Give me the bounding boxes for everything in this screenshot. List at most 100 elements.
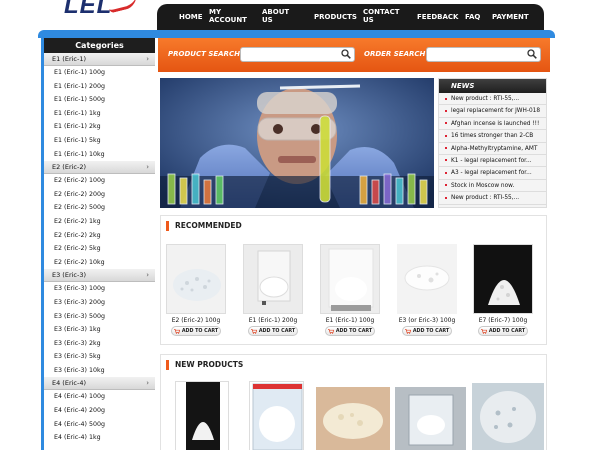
news-item[interactable]: New product : RTI-55,...: [439, 93, 546, 106]
news-item[interactable]: legal replacement for JWH-018: [439, 205, 546, 207]
news-item[interactable]: legal replacement for JWH-018: [439, 105, 546, 118]
category-item[interactable]: E1 (Eric-1) 100g: [44, 66, 155, 80]
news-item[interactable]: 16 times stronger than 2-CB: [439, 130, 546, 143]
product-name[interactable]: E1 (Eric-1) 100g: [317, 317, 383, 324]
recommended-title: RECOMMENDED: [175, 221, 242, 230]
category-group-header[interactable]: E3 (Eric-3) ›: [44, 269, 155, 283]
bullet-icon: [445, 147, 447, 150]
add-to-cart-button[interactable]: ADD TO CART: [248, 326, 298, 336]
product-card: E7 (Eric-7) 100g ADD TO CART: [470, 244, 536, 336]
news-item-text: legal replacement for JWH-018: [451, 108, 541, 115]
new-product-image[interactable]: [472, 383, 544, 450]
cart-icon: [327, 328, 334, 334]
bullet-icon: [445, 171, 447, 174]
category-item[interactable]: E2 (Eric-2) 5kg: [44, 242, 155, 256]
news-item[interactable]: Stock in Moscow now.: [439, 180, 546, 193]
category-item[interactable]: E1 (Eric-1) 10kg: [44, 148, 155, 162]
section-marker: [166, 221, 169, 231]
category-item[interactable]: E4 (Eric-4) 100g: [44, 390, 155, 404]
news-item[interactable]: Afghan incense is launched !!!: [439, 118, 546, 131]
bullet-icon: [445, 109, 447, 112]
bullet-icon: [445, 97, 447, 100]
category-item[interactable]: E3 (Eric-3) 200g: [44, 296, 155, 310]
bullet-icon: [445, 159, 447, 162]
order-search-input[interactable]: [426, 47, 541, 62]
chevron-right-icon: ›: [146, 163, 149, 172]
category-item[interactable]: E1 (Eric-1) 1kg: [44, 107, 155, 121]
category-group-header[interactable]: E4 (Eric-4) ›: [44, 377, 155, 391]
category-item[interactable]: E2 (Eric-2) 1kg: [44, 215, 155, 229]
recommended-header: RECOMMENDED: [161, 216, 546, 236]
add-to-cart-button[interactable]: ADD TO CART: [402, 326, 452, 336]
product-card: E1 (Eric-1) 200g ADD TO CART: [240, 244, 306, 336]
new-product-image[interactable]: [175, 381, 229, 450]
news-item[interactable]: Alpha-Methyltryptamine, AMT: [439, 143, 546, 155]
category-item[interactable]: E4 (Eric-4) 1kg: [44, 431, 155, 445]
category-item[interactable]: E3 (Eric-3) 100g: [44, 282, 155, 296]
nav-faq[interactable]: FAQ: [465, 13, 480, 21]
news-item[interactable]: New product : RTI-55,...: [439, 192, 546, 205]
category-item[interactable]: E3 (Eric-3) 10kg: [44, 364, 155, 378]
category-group-header[interactable]: E2 (Eric-2) ›: [44, 161, 155, 175]
nav-my-account[interactable]: MY ACCOUNT: [209, 8, 247, 24]
news-list: New product : RTI-55,... legal replacemen…: [439, 93, 546, 207]
category-item[interactable]: E2 (Eric-2) 500g: [44, 201, 155, 215]
product-name[interactable]: E7 (Eric-7) 100g: [470, 317, 536, 324]
nav-products[interactable]: PRODUCTS: [314, 13, 357, 21]
new-product-image[interactable]: [249, 381, 304, 450]
new-products-section: NEW PRODUCTS: [160, 354, 547, 450]
product-card: E3 (or Eric-3) 100g ADD TO CART: [394, 244, 460, 336]
news-item-text: Afghan incense is launched !!!: [451, 120, 540, 127]
news-item[interactable]: K1 - legal replacement for...: [439, 155, 546, 168]
nav-contact-us[interactable]: CONTACT US: [363, 8, 400, 24]
category-list: E1 (Eric-1) › E1 (Eric-1) 100g E1 (Eric-1) …: [44, 53, 155, 445]
add-to-cart-label: ADD TO CART: [488, 328, 526, 334]
category-item[interactable]: E1 (Eric-1) 5kg: [44, 134, 155, 148]
chevron-right-icon: ›: [146, 271, 149, 280]
news-item[interactable]: A3 - legal replacement for...: [439, 167, 546, 180]
product-name[interactable]: E3 (or Eric-3) 100g: [394, 317, 460, 324]
site-logo[interactable]: LEL: [58, 0, 140, 22]
bullet-icon: [445, 184, 447, 187]
product-image[interactable]: [320, 244, 380, 314]
nav-about-us[interactable]: ABOUT US: [262, 8, 296, 24]
category-item[interactable]: E2 (Eric-2) 200g: [44, 188, 155, 202]
product-name[interactable]: E1 (Eric-1) 200g: [240, 317, 306, 324]
nav-payment[interactable]: PAYMENT: [492, 13, 529, 21]
category-item[interactable]: E3 (Eric-3) 500g: [44, 310, 155, 324]
add-to-cart-button[interactable]: ADD TO CART: [325, 326, 375, 336]
product-image[interactable]: [243, 244, 303, 314]
category-item[interactable]: E1 (Eric-1) 2kg: [44, 120, 155, 134]
product-name[interactable]: E2 (Eric-2) 100g: [163, 317, 229, 324]
news-item-text: Stock in Moscow now.: [451, 182, 515, 189]
product-image[interactable]: [473, 244, 533, 314]
new-product-image[interactable]: [395, 387, 466, 450]
category-item[interactable]: E3 (Eric-3) 2kg: [44, 337, 155, 351]
category-item[interactable]: E2 (Eric-2) 2kg: [44, 229, 155, 243]
bullet-icon: [445, 122, 447, 125]
category-item[interactable]: E1 (Eric-1) 500g: [44, 93, 155, 107]
new-product-image[interactable]: [316, 387, 390, 450]
add-to-cart-button[interactable]: ADD TO CART: [478, 326, 528, 336]
nav-feedback[interactable]: FEEDBACK: [417, 13, 458, 21]
product-image[interactable]: [397, 244, 457, 314]
category-item[interactable]: E2 (Eric-2) 10kg: [44, 256, 155, 270]
add-to-cart-label: ADD TO CART: [181, 328, 219, 334]
category-item[interactable]: E1 (Eric-1) 200g: [44, 80, 155, 94]
product-search-input[interactable]: [240, 47, 355, 62]
nav-home[interactable]: HOME: [179, 13, 203, 21]
cart-icon: [404, 328, 411, 334]
category-group-header[interactable]: E1 (Eric-1) ›: [44, 53, 155, 66]
category-item[interactable]: E2 (Eric-2) 100g: [44, 174, 155, 188]
order-search-icon[interactable]: [527, 49, 537, 59]
product-search-icon[interactable]: [341, 49, 351, 59]
product-image[interactable]: [166, 244, 226, 314]
add-to-cart-button[interactable]: ADD TO CART: [171, 326, 221, 336]
category-item[interactable]: E3 (Eric-3) 5kg: [44, 350, 155, 364]
category-item[interactable]: E4 (Eric-4) 500g: [44, 418, 155, 432]
category-item[interactable]: E4 (Eric-4) 200g: [44, 404, 155, 418]
category-item[interactable]: E3 (Eric-3) 1kg: [44, 323, 155, 337]
product-card: E2 (Eric-2) 100g ADD TO CART: [163, 244, 229, 336]
cart-icon: [250, 328, 257, 334]
new-products-header: NEW PRODUCTS: [161, 355, 546, 375]
